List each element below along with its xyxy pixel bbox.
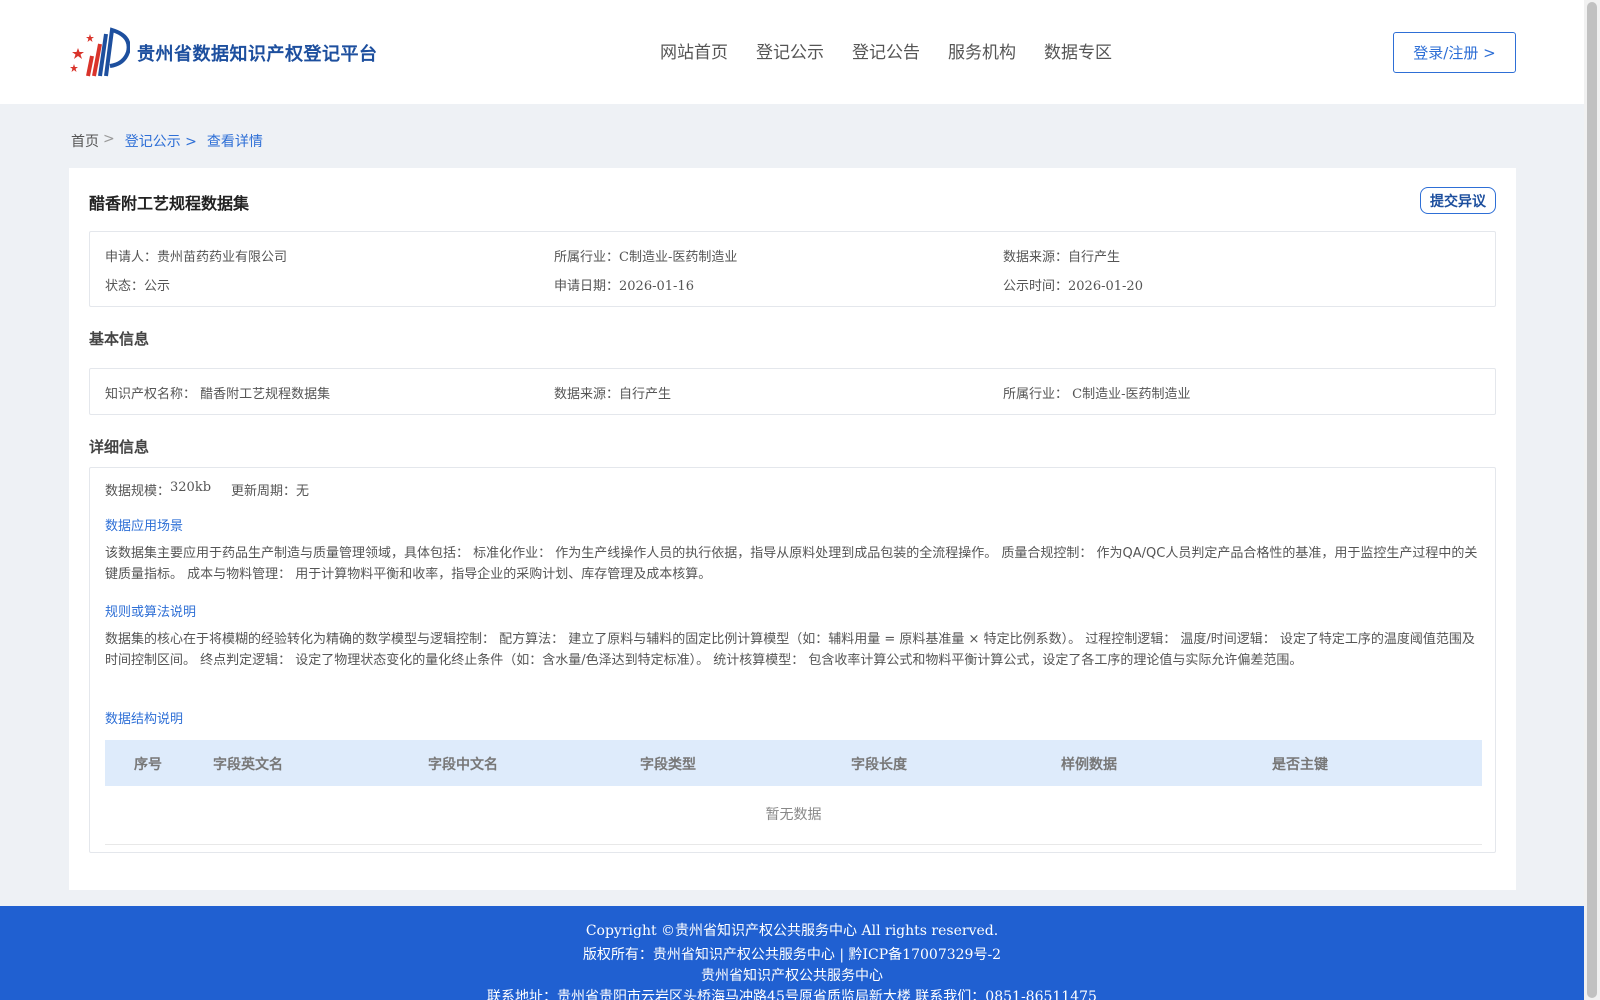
scale-label: 数据规模： <box>105 484 171 499</box>
footer-organization: 贵州省知识产权公共服务中心 <box>701 968 883 984</box>
apply-date-field: 申请日期：2026-01-16 <box>554 279 694 294</box>
site-title[interactable]: 贵州省数据知识产权登记平台 <box>137 40 378 66</box>
nav-registration-announcement[interactable]: 登记公告 <box>852 38 920 63</box>
col-chinese-name: 字段中文名 <box>428 757 498 773</box>
basic-info-box: 知识产权名称： 醋香附工艺规程数据集 数据来源：自行产生 所属行业： C制造业-… <box>89 368 1496 415</box>
submit-objection-button[interactable]: 提交异议 <box>1420 187 1496 214</box>
scale-value: 320kb <box>170 480 212 495</box>
cycle-value: 无 <box>296 484 310 499</box>
scrollbar-thumb[interactable] <box>1587 2 1597 998</box>
footer-owner-icp[interactable]: 版权所有：贵州省知识产权公共服务中心 | 黔ICP备17007329号-2 <box>0 944 1584 964</box>
breadcrumb-separator: > <box>103 131 115 147</box>
platform-logo-icon[interactable] <box>70 26 130 78</box>
cycle-label: 更新周期： <box>231 484 297 499</box>
login-register-button[interactable]: 登录/注册 > <box>1393 32 1516 73</box>
footer-copyright: Copyright ©贵州省知识产权公共服务中心 All rights rese… <box>585 923 999 939</box>
summary-box: 申请人：贵州苗药药业有限公司 所属行业：C制造业-医药制造业 数据来源：自行产生… <box>89 231 1496 307</box>
table-empty-text: 暂无数据 <box>765 807 822 823</box>
breadcrumb-home[interactable]: 首页 <box>71 131 99 151</box>
table-bottom-divider <box>105 844 1482 845</box>
detail-info-box: 数据规模： 320kb 更新周期： 无 数据应用场景 该数据集主要应用于药品生产… <box>89 467 1496 853</box>
industry-field: 所属行业：C制造业-医药制造业 <box>554 250 738 265</box>
basic-data-source-field: 数据来源：自行产生 <box>554 387 672 402</box>
status-field: 状态：公示 <box>105 279 171 294</box>
application-scene-text: 该数据集主要应用于药品生产制造与质量管理领域，具体包括： 标准化作业： 作为生产… <box>105 546 1478 582</box>
basic-industry-field: 所属行业： C制造业-医药制造业 <box>1003 387 1191 402</box>
scale-row: 数据规模： 320kb 更新周期： 无 <box>105 480 309 499</box>
detail-card: 醋香附工艺规程数据集 提交异议 申请人：贵州苗药药业有限公司 所属行业：C制造业… <box>69 168 1516 890</box>
page-scrollbar[interactable] <box>1584 0 1600 1000</box>
basic-info-row: 知识产权名称： 醋香附工艺规程数据集 数据来源：自行产生 所属行业： C制造业-… <box>105 383 1461 402</box>
basic-info-heading: 基本信息 <box>89 330 150 348</box>
col-primary-key: 是否主键 <box>1272 757 1328 773</box>
data-structure-heading: 数据结构说明 <box>105 712 184 727</box>
applicant-field: 申请人：贵州苗药药业有限公司 <box>105 250 288 265</box>
summary-row: 状态：公示 申请日期：2026-01-16 公示时间：2026-01-20 <box>105 275 1461 294</box>
main-nav: 网站首页 登记公示 登记公告 服务机构 数据专区 <box>660 38 1140 63</box>
summary-row: 申请人：贵州苗药药业有限公司 所属行业：C制造业-医药制造业 数据来源：自行产生 <box>105 246 1461 265</box>
nav-data-zone[interactable]: 数据专区 <box>1044 38 1112 63</box>
col-sample-data: 样例数据 <box>1061 757 1117 773</box>
detail-info-heading: 详细信息 <box>89 438 150 456</box>
nav-home[interactable]: 网站首页 <box>660 38 728 63</box>
application-scene-heading: 数据应用场景 <box>105 519 184 534</box>
col-index: 序号 <box>134 757 162 773</box>
data-source-field: 数据来源：自行产生 <box>1003 250 1121 265</box>
dataset-title: 醋香附工艺规程数据集 <box>89 194 250 213</box>
site-footer: Copyright ©贵州省知识产权公共服务中心 All rights rese… <box>0 906 1584 1000</box>
col-field-type: 字段类型 <box>640 757 696 773</box>
breadcrumb-view-detail: 查看详情 <box>206 134 263 150</box>
data-structure-table-header: 序号 字段英文名 字段中文名 字段类型 字段长度 样例数据 是否主键 <box>105 740 1482 786</box>
col-english-name: 字段英文名 <box>213 757 283 773</box>
ip-name-field: 知识产权名称： 醋香附工艺规程数据集 <box>105 387 331 402</box>
col-field-length: 字段长度 <box>851 757 907 773</box>
site-header: 贵州省数据知识产权登记平台 网站首页 登记公示 登记公告 服务机构 数据专区 登… <box>0 0 1584 104</box>
rule-algorithm-text: 数据集的核心在于将模糊的经验转化为精确的数学模型与逻辑控制： 配方算法： 建立了… <box>105 632 1475 668</box>
nav-registration-publicity[interactable]: 登记公示 <box>756 38 824 63</box>
breadcrumb: 首页 > 登记公示 > 查看详情 <box>71 131 263 151</box>
rule-algorithm-heading: 规则或算法说明 <box>105 605 197 620</box>
publicity-time-field: 公示时间：2026-01-20 <box>1003 279 1143 294</box>
breadcrumb-registration-publicity[interactable]: 登记公示 > <box>125 131 197 151</box>
footer-contact: 联系地址：贵州省贵阳市云岩区头桥海马冲路45号原省质监局新大楼 联系我们：085… <box>487 989 1097 1000</box>
nav-service-agencies[interactable]: 服务机构 <box>948 38 1016 63</box>
